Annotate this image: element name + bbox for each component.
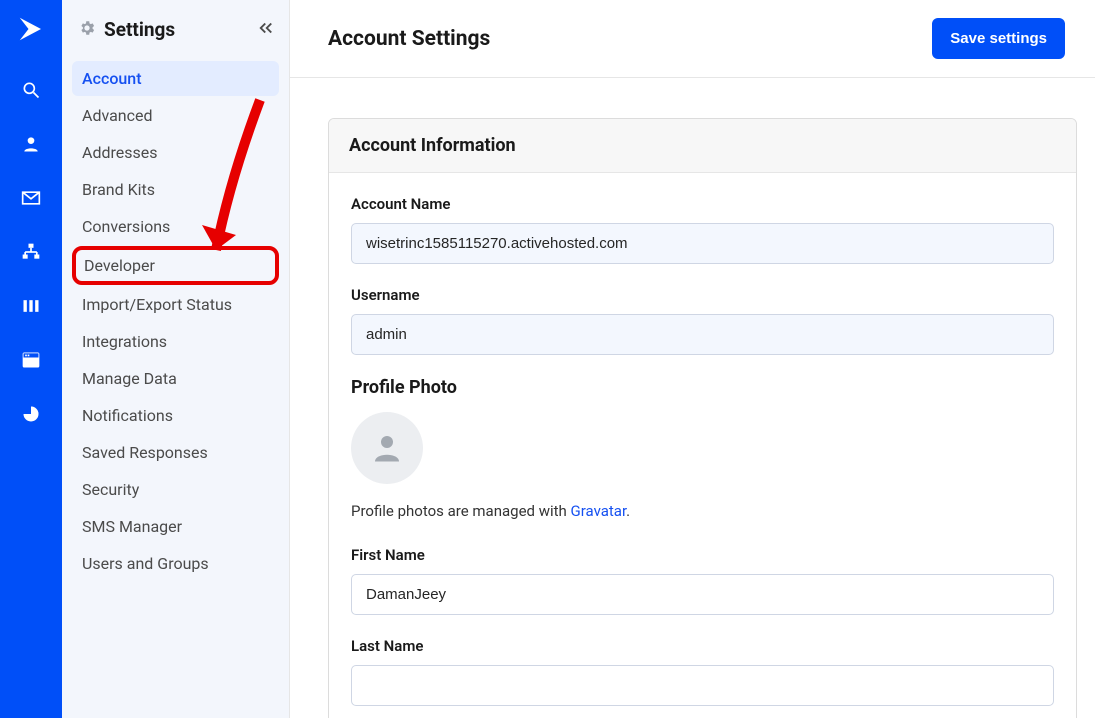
automations-icon[interactable] <box>0 240 62 264</box>
gravatar-link[interactable]: Gravatar <box>571 502 627 520</box>
username-label: Username <box>351 286 1054 304</box>
sidebar-item-notifications[interactable]: Notifications <box>72 398 279 433</box>
username-input[interactable] <box>351 314 1054 355</box>
gear-icon <box>78 19 96 41</box>
sidebar-item-conversions[interactable]: Conversions <box>72 209 279 244</box>
sidebar-item-advanced[interactable]: Advanced <box>72 98 279 133</box>
app-logo-icon[interactable] <box>16 14 46 48</box>
sidebar-item-security[interactable]: Security <box>72 472 279 507</box>
sidebar-item-import-export-status[interactable]: Import/Export Status <box>72 287 279 322</box>
sidebar-item-manage-data[interactable]: Manage Data <box>72 361 279 396</box>
last-name-input[interactable] <box>351 665 1054 706</box>
first-name-input[interactable] <box>351 574 1054 615</box>
avatar-placeholder <box>351 412 423 484</box>
sidebar-item-brand-kits[interactable]: Brand Kits <box>72 172 279 207</box>
sidebar-item-saved-responses[interactable]: Saved Responses <box>72 435 279 470</box>
profile-help-prefix: Profile photos are managed with <box>351 502 571 520</box>
last-name-label: Last Name <box>351 637 1054 655</box>
settings-sidebar: Settings AccountAdvancedAddressesBrand K… <box>62 0 290 718</box>
sidebar-item-users-and-groups[interactable]: Users and Groups <box>72 546 279 581</box>
sidebar-item-developer[interactable]: Developer <box>72 246 279 285</box>
contacts-icon[interactable] <box>0 132 62 156</box>
collapse-icon[interactable] <box>257 19 275 41</box>
sidebar-title: Settings <box>104 18 175 41</box>
deals-icon[interactable] <box>0 294 62 318</box>
sidebar-item-sms-manager[interactable]: SMS Manager <box>72 509 279 544</box>
profile-photo-help: Profile photos are managed with Gravatar… <box>351 502 1054 520</box>
profile-help-suffix: . <box>626 502 630 520</box>
campaigns-icon[interactable] <box>0 186 62 210</box>
reports-icon[interactable] <box>0 402 62 426</box>
search-icon[interactable] <box>0 78 62 102</box>
settings-nav: AccountAdvancedAddressesBrand KitsConver… <box>62 53 289 581</box>
account-info-card: Account Information Account Name Usernam… <box>328 118 1077 718</box>
icon-rail <box>0 0 62 718</box>
main-content: Account Settings Save settings Account I… <box>290 0 1095 718</box>
sidebar-item-account[interactable]: Account <box>72 61 279 96</box>
account-name-input[interactable] <box>351 223 1054 264</box>
profile-photo-heading: Profile Photo <box>351 377 1054 398</box>
page-title: Account Settings <box>328 27 490 51</box>
card-title: Account Information <box>329 119 1076 173</box>
account-name-label: Account Name <box>351 195 1054 213</box>
site-icon[interactable] <box>0 348 62 372</box>
sidebar-item-integrations[interactable]: Integrations <box>72 324 279 359</box>
sidebar-item-addresses[interactable]: Addresses <box>72 135 279 170</box>
save-settings-button[interactable]: Save settings <box>932 18 1065 59</box>
first-name-label: First Name <box>351 546 1054 564</box>
